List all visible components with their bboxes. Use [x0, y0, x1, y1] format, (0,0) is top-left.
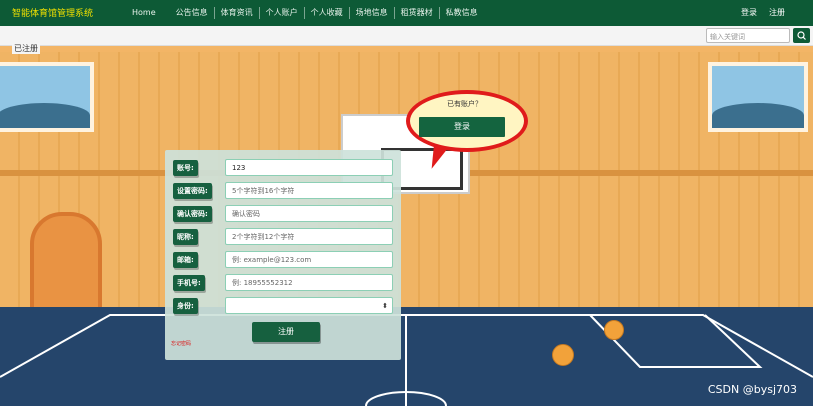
- nav-announcements[interactable]: 公告信息: [170, 7, 215, 19]
- phone-label: 手机号:: [173, 275, 205, 291]
- field-row-email: 邮箱: 例: example@123.com: [173, 250, 397, 270]
- login-button[interactable]: 登录: [419, 117, 505, 137]
- site-brand[interactable]: 智能体育馆管理系统: [12, 6, 93, 19]
- watermark: CSDN @bysj703: [707, 383, 797, 396]
- confirm-password-label: 确认密码:: [173, 206, 212, 222]
- role-select[interactable]: ⬍: [225, 297, 393, 314]
- nav-favorites[interactable]: 个人收藏: [305, 7, 350, 19]
- field-row-account: 账号: 123: [173, 158, 397, 178]
- email-input[interactable]: 例: example@123.com: [225, 251, 393, 268]
- field-row-password: 设置密码: 5个字符到16个字符: [173, 181, 397, 201]
- nickname-label: 昵称:: [173, 229, 198, 245]
- basketball-court: [0, 307, 813, 406]
- court-lines: [0, 314, 813, 406]
- basketball: [552, 344, 574, 366]
- password-input[interactable]: 5个字符到16个字符: [225, 182, 393, 199]
- select-arrows-icon: ⬍: [382, 302, 388, 310]
- role-label: 身份:: [173, 298, 198, 314]
- main-nav: Home 公告信息 体育资讯 个人账户 个人收藏 场地信息 租赁器材 私教信息: [126, 7, 484, 19]
- nav-home[interactable]: Home: [126, 7, 170, 19]
- top-navbar: 智能体育馆管理系统 Home 公告信息 体育资讯 个人账户 个人收藏 场地信息 …: [0, 0, 813, 26]
- gym-window-left: [0, 62, 94, 132]
- field-row-confirm-password: 确认密码: 确认密码: [173, 204, 397, 224]
- field-row-role: 身份: ⬍: [173, 296, 397, 316]
- login-link[interactable]: 登录: [741, 7, 757, 18]
- search-input[interactable]: 输入关键词: [706, 28, 790, 43]
- email-label: 邮箱:: [173, 252, 198, 268]
- nav-equipment[interactable]: 租赁器材: [395, 7, 440, 19]
- register-button[interactable]: 注册: [252, 322, 320, 342]
- page-tag: 已注册: [12, 43, 40, 54]
- search-icon: [797, 31, 806, 40]
- search-button[interactable]: [793, 28, 810, 43]
- account-label: 账号:: [173, 160, 198, 176]
- password-label: 设置密码:: [173, 183, 212, 199]
- search-bar: [0, 26, 813, 46]
- phone-input[interactable]: 例: 18955552312: [225, 274, 393, 291]
- nav-sports-news[interactable]: 体育资讯: [215, 7, 260, 19]
- confirm-password-input[interactable]: 确认密码: [225, 205, 393, 222]
- nickname-input[interactable]: 2个字符到12个字符: [225, 228, 393, 245]
- nav-venues[interactable]: 场地信息: [350, 7, 395, 19]
- nav-coaching[interactable]: 私教信息: [440, 7, 484, 19]
- gym-door: [30, 212, 102, 320]
- field-row-phone: 手机号: 例: 18955552312: [173, 273, 397, 293]
- forgot-password-link[interactable]: 忘记密码: [171, 340, 191, 347]
- has-account-text: 已有账户？: [447, 100, 482, 108]
- gym-window-right: [708, 62, 808, 132]
- auth-links: 登录 注册: [741, 7, 785, 18]
- field-row-nickname: 昵称: 2个字符到12个字符: [173, 227, 397, 247]
- register-link[interactable]: 注册: [769, 7, 785, 18]
- account-input[interactable]: 123: [225, 159, 393, 176]
- basketball: [604, 320, 624, 340]
- nav-account[interactable]: 个人账户: [260, 7, 305, 19]
